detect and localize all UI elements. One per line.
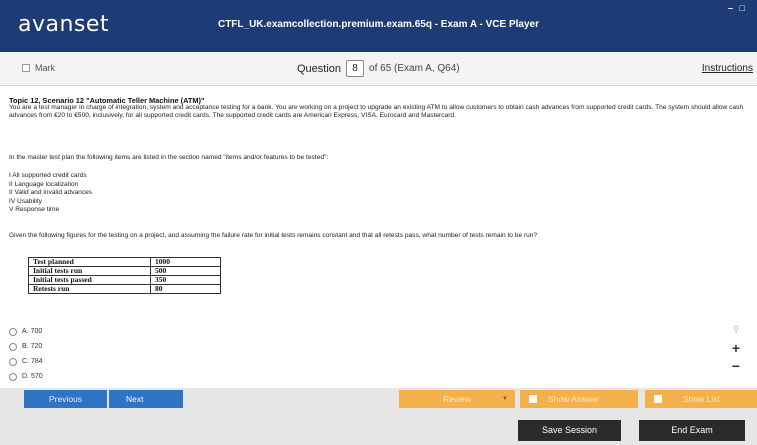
zoom-tools: ⚲ + − (729, 324, 743, 374)
title-bar: avanset CTFL_UK.examcollection.premium.e… (0, 0, 757, 52)
review-button[interactable]: Review ▼ (399, 390, 515, 408)
option-c[interactable]: C. 784 (9, 354, 43, 369)
question-counter: Question 8 of 65 (Exam A, Q64) (297, 60, 460, 77)
list-item: II Valid and invalid advances (9, 189, 93, 196)
zoom-in-icon[interactable]: + (729, 340, 743, 358)
radio-button[interactable] (9, 342, 17, 351)
option-d[interactable]: D. 570 (9, 369, 43, 384)
show-answer-button[interactable]: Show Answer (520, 390, 638, 408)
test-plan-paragraph: In the master test plan the following it… (9, 154, 329, 161)
option-value: 700 (30, 328, 43, 335)
option-value: 570 (30, 373, 43, 380)
list-item: II Language localization (9, 180, 79, 188)
show-answer-label: Show Answer (548, 394, 600, 404)
option-a[interactable]: A. 700 (9, 324, 43, 339)
list-item: IV Usability (9, 197, 42, 205)
list-item: V Response time (9, 206, 60, 213)
show-list-checkbox[interactable] (654, 395, 662, 403)
question-label: Question (297, 62, 342, 75)
option-b[interactable]: B. 720 (9, 339, 43, 354)
end-exam-button[interactable]: End Exam (639, 420, 745, 441)
mark-label: Mark (35, 63, 55, 73)
question-bar: Mark Question 8 of 65 (Exam A, Q64) Inst… (0, 52, 757, 86)
mark-toggle[interactable]: Mark (22, 63, 55, 73)
radio-button[interactable] (9, 327, 17, 336)
save-session-button[interactable]: Save Session (518, 420, 621, 441)
option-value: 784 (30, 358, 43, 365)
option-letter: B. (22, 343, 29, 350)
list-item: I All supported credit cards (9, 172, 87, 179)
table-cell-label: Retests run (28, 284, 151, 294)
show-list-label: Show List (683, 394, 720, 404)
instructions-link[interactable]: Instructions (702, 63, 753, 74)
option-letter: D. (22, 373, 29, 380)
mark-checkbox[interactable] (22, 64, 30, 72)
question-paragraph: Given the following figures for the test… (9, 232, 538, 239)
answer-options: A. 700 B. 720 C. 784 D. 570 (9, 324, 43, 384)
question-total: of 65 (Exam A, Q64) (369, 63, 460, 74)
table-cell-value: 80 (150, 284, 221, 294)
question-number-field[interactable]: 8 (346, 60, 365, 77)
window-controls[interactable]: – □ (728, 3, 747, 13)
option-value: 720 (30, 343, 43, 350)
next-button[interactable]: Next (109, 390, 183, 408)
feature-list: I All supported credit cards II Language… (9, 172, 92, 215)
scenario-paragraph: You are a test manager in charge of inte… (9, 104, 744, 119)
show-list-button[interactable]: Show List (645, 390, 757, 408)
question-content: Topic 12, Scenario 12 "Automatic Teller … (0, 86, 757, 388)
window-title: CTFL_UK.examcollection.premium.exam.65q … (217, 19, 540, 30)
show-answer-checkbox[interactable] (529, 395, 537, 403)
footer-bar: Save Session End Exam (0, 410, 757, 445)
caret-down-icon[interactable]: ▼ (502, 390, 508, 408)
zoom-out-icon[interactable]: − (729, 358, 743, 374)
zoom-icon[interactable]: ⚲ (729, 324, 743, 340)
review-label: Review (443, 394, 471, 404)
option-letter: A. (22, 328, 29, 335)
table-row: Retests run 80 (28, 284, 221, 294)
navigation-bar: Previous Next Review ▼ Show Answer Show … (0, 388, 757, 410)
test-figures-table: Test planned 1000 Initial tests run 500 … (28, 257, 221, 294)
radio-button[interactable] (9, 357, 17, 366)
radio-button[interactable] (9, 372, 17, 381)
option-letter: C. (22, 358, 29, 365)
previous-button[interactable]: Previous (24, 390, 107, 408)
